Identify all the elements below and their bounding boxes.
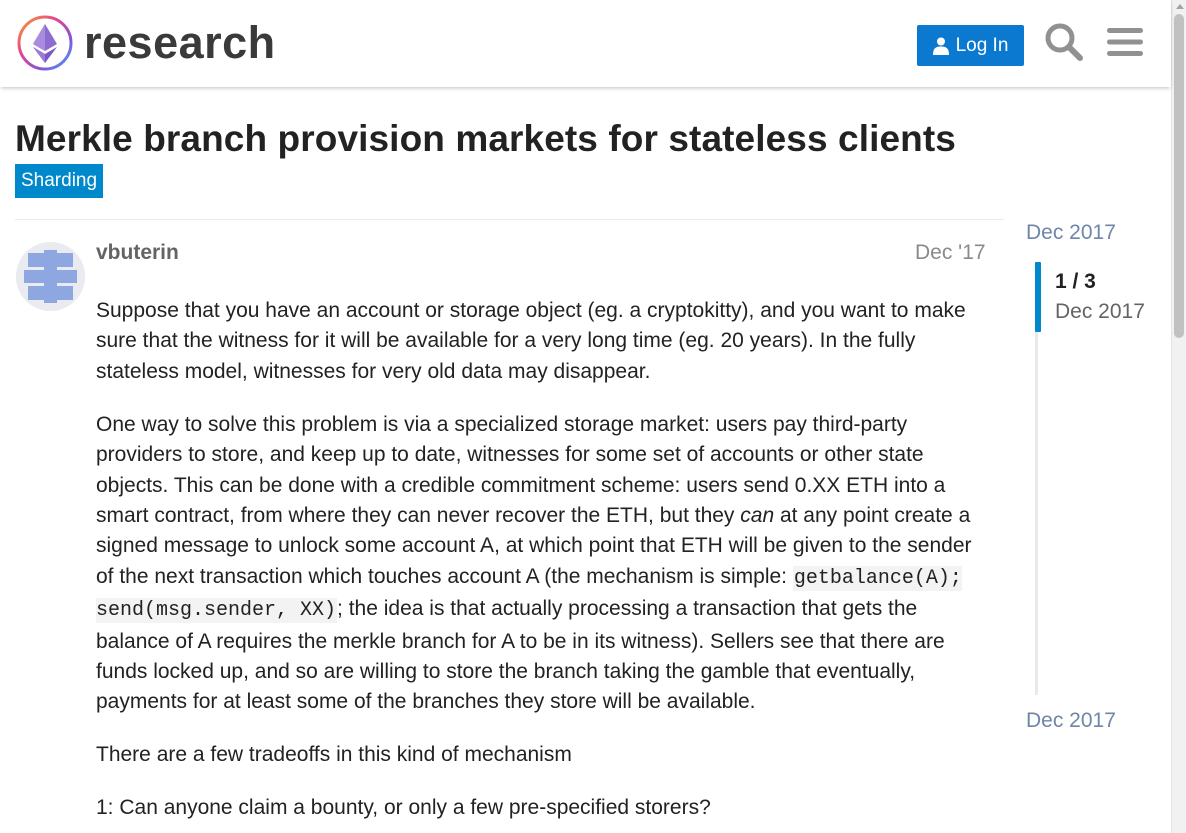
hamburger-menu-icon bbox=[1107, 28, 1143, 56]
emphasis-can: can bbox=[740, 504, 775, 528]
page-scrollbar[interactable] bbox=[1171, 0, 1186, 833]
post-paragraph-3: There are a few tradeoffs in this kind o… bbox=[96, 743, 572, 767]
site-logo[interactable]: research bbox=[16, 14, 276, 72]
ethereum-research-logo-icon bbox=[17, 15, 73, 71]
menu-button[interactable] bbox=[1104, 21, 1146, 63]
timeline-current-date: Dec 2017 bbox=[1055, 300, 1145, 323]
avatar[interactable] bbox=[16, 242, 85, 311]
topic-title[interactable]: Merkle branch provision markets for stat… bbox=[15, 118, 956, 160]
site-header: research Log In bbox=[0, 0, 1171, 87]
login-label: Log In bbox=[955, 34, 1009, 56]
post-paragraph-2: One way to solve this problem is via a s… bbox=[96, 410, 991, 718]
login-button[interactable]: Log In bbox=[917, 25, 1024, 66]
timeline-end-date[interactable]: Dec 2017 bbox=[1026, 709, 1116, 733]
letter-avatar-icon bbox=[16, 242, 85, 311]
brand-name: research bbox=[84, 17, 276, 68]
search-icon bbox=[1045, 23, 1083, 61]
scroll-up-arrow-icon[interactable] bbox=[1176, 4, 1184, 9]
post-date[interactable]: Dec '17 bbox=[915, 241, 986, 265]
post-paragraph-1: Suppose that you have an account or stor… bbox=[96, 299, 966, 383]
post-body: Suppose that you have an account or stor… bbox=[96, 296, 991, 833]
timeline-position: 1 / 3 bbox=[1055, 270, 1096, 293]
scroll-thumb[interactable] bbox=[1174, 14, 1184, 338]
search-button[interactable] bbox=[1043, 21, 1085, 63]
post-paragraph-4: 1: Can anyone claim a bounty, or only a … bbox=[96, 796, 711, 820]
user-icon bbox=[932, 37, 949, 55]
timeline-start-date[interactable]: Dec 2017 bbox=[1026, 221, 1116, 245]
timeline-handle[interactable] bbox=[1035, 262, 1041, 332]
post-divider bbox=[15, 219, 1004, 220]
category-badge[interactable]: Sharding bbox=[15, 164, 104, 198]
post-username[interactable]: vbuterin bbox=[96, 241, 179, 265]
